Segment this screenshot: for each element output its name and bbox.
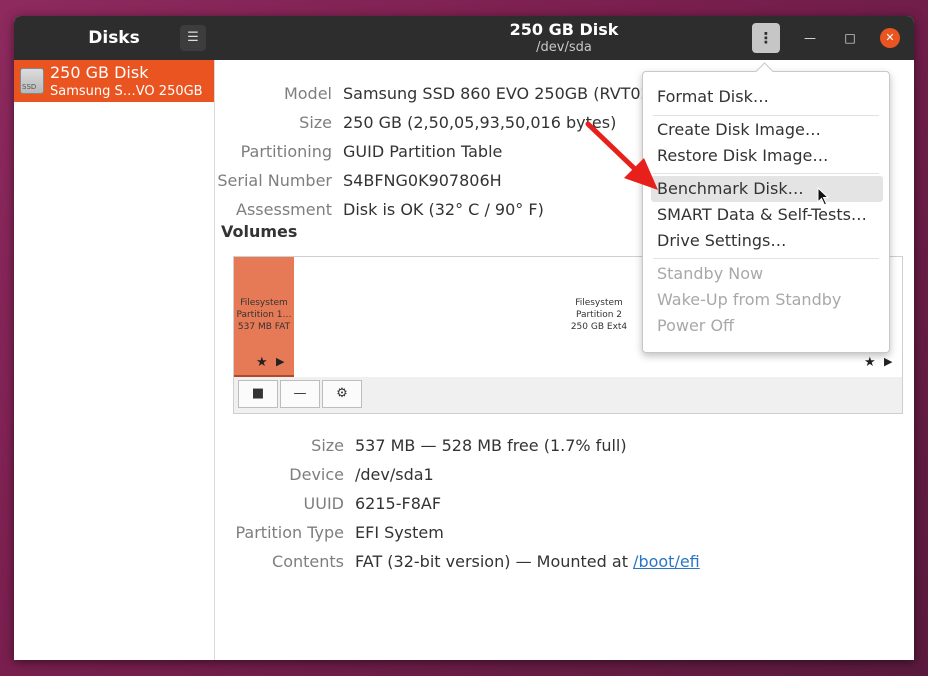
partition-2-type: Filesystem [575, 298, 623, 308]
contents-text: FAT (32-bit version) — Mounted at [355, 552, 634, 571]
assessment-label: Assessment [236, 200, 332, 219]
app-menu-button[interactable]: ☰ [180, 25, 206, 51]
kebab-menu-icon: ⋮ [758, 29, 774, 47]
unmount-button[interactable]: ■ [238, 380, 278, 408]
menu-separator [653, 115, 879, 116]
menu-item-wake-up[interactable]: Wake-Up from Standby [657, 287, 881, 313]
menu-item-format-disk[interactable]: Format Disk… [657, 84, 881, 110]
partition-size-label: Size [311, 436, 344, 455]
star-icon: ★ [256, 355, 268, 370]
header-bar: Disks ☰ 250 GB Disk /dev/sda ⋮ — □ ✕ [14, 16, 914, 60]
partition-1-type: Filesystem [240, 298, 288, 308]
device-label: Device [289, 465, 344, 484]
partition-1-name: Partition 1… [236, 310, 292, 320]
partition-type-label: Partition Type [235, 523, 344, 542]
size-label: Size [299, 113, 332, 132]
close-button[interactable]: ✕ [880, 28, 900, 48]
maximize-button[interactable]: □ [840, 28, 860, 48]
partition-2-text: Filesystem Partition 2 250 GB Ext4 [569, 297, 629, 333]
volume-toolbar: ■ — ⚙ [233, 377, 903, 414]
drive-options-menu: Format Disk… Create Disk Image… Restore … [642, 62, 890, 353]
partition-1-size: 537 MB FAT [237, 322, 291, 332]
hard-disk-icon: SSD [20, 68, 44, 94]
uuid-value: 6215-F8AF [355, 494, 442, 513]
partition-1-text: Filesystem Partition 1… 537 MB FAT [234, 297, 294, 333]
partition-1-block[interactable]: Filesystem Partition 1… 537 MB FAT ★ ▶ [234, 257, 294, 377]
device-value: /dev/sda1 [355, 465, 434, 484]
partition-options-button[interactable]: ⚙ [322, 380, 362, 408]
star-icon: ★ [864, 355, 876, 370]
arrow-shaft [585, 121, 641, 175]
menu-separator [653, 258, 879, 259]
play-icon: ▶ [276, 355, 285, 368]
assessment-value: Disk is OK (32° C / 90° F) [343, 200, 544, 219]
serial-label: Serial Number [217, 171, 332, 190]
mouse-pointer-icon [817, 187, 830, 206]
partition-size-value: 537 MB — 528 MB free (1.7% full) [355, 436, 627, 455]
stop-icon: ■ [251, 386, 265, 401]
menu-item-drive-settings[interactable]: Drive Settings… [657, 228, 881, 254]
sidebar-item-label: 250 GB Disk [50, 63, 149, 82]
minus-icon: — [293, 386, 307, 401]
contents-value: FAT (32-bit version) — Mounted at /boot/… [355, 552, 700, 571]
menu-separator [653, 173, 879, 174]
menu-item-standby-now[interactable]: Standby Now [657, 261, 881, 287]
menu-item-restore-disk-image[interactable]: Restore Disk Image… [657, 143, 881, 169]
drive-options-button[interactable]: ⋮ [752, 23, 780, 53]
minimize-icon: — [804, 31, 816, 45]
partitioning-label: Partitioning [240, 142, 332, 161]
mount-point-link[interactable]: /boot/efi [633, 552, 700, 571]
model-label: Model [283, 84, 332, 103]
menu-item-smart-data[interactable]: SMART Data & Self-Tests… [657, 202, 881, 228]
maximize-icon: □ [844, 31, 856, 45]
play-icon: ▶ [884, 355, 893, 368]
sidebar-item-250gb-disk[interactable]: SSD 250 GB Disk Samsung S…VO 250GB [14, 60, 214, 102]
sidebar-item-subtitle: Samsung S…VO 250GB [50, 84, 203, 99]
uuid-label: UUID [303, 494, 344, 513]
disk-icon-label: SSD [22, 83, 37, 91]
hamburger-icon: ☰ [187, 30, 199, 45]
red-annotation-arrow-icon [585, 121, 658, 190]
close-icon: ✕ [885, 31, 895, 44]
size-value: 250 GB (2,50,05,93,50,016 bytes) [343, 113, 617, 132]
delete-partition-button[interactable]: — [280, 380, 320, 408]
partition-2-name: Partition 2 [575, 310, 623, 320]
minimize-button[interactable]: — [800, 28, 820, 48]
drive-list-sidebar: SSD 250 GB Disk Samsung S…VO 250GB [14, 60, 215, 660]
menu-item-power-off[interactable]: Power Off [657, 313, 881, 339]
model-value: Samsung SSD 860 EVO 250GB (RVT02 [343, 84, 651, 103]
disk-device-subtitle: /dev/sda [536, 40, 592, 55]
serial-value: S4BFNG0K907806H [343, 171, 502, 190]
volumes-heading: Volumes [221, 222, 298, 241]
contents-label: Contents [272, 552, 344, 571]
disk-title: 250 GB Disk [509, 20, 619, 39]
menu-item-benchmark-disk[interactable]: Benchmark Disk… [651, 176, 883, 202]
gears-icon: ⚙ [336, 386, 348, 401]
partition-type-value: EFI System [355, 523, 444, 542]
partitioning-value: GUID Partition Table [343, 142, 503, 161]
menu-item-create-disk-image[interactable]: Create Disk Image… [657, 117, 881, 143]
partition-2-size: 250 GB Ext4 [570, 322, 628, 332]
